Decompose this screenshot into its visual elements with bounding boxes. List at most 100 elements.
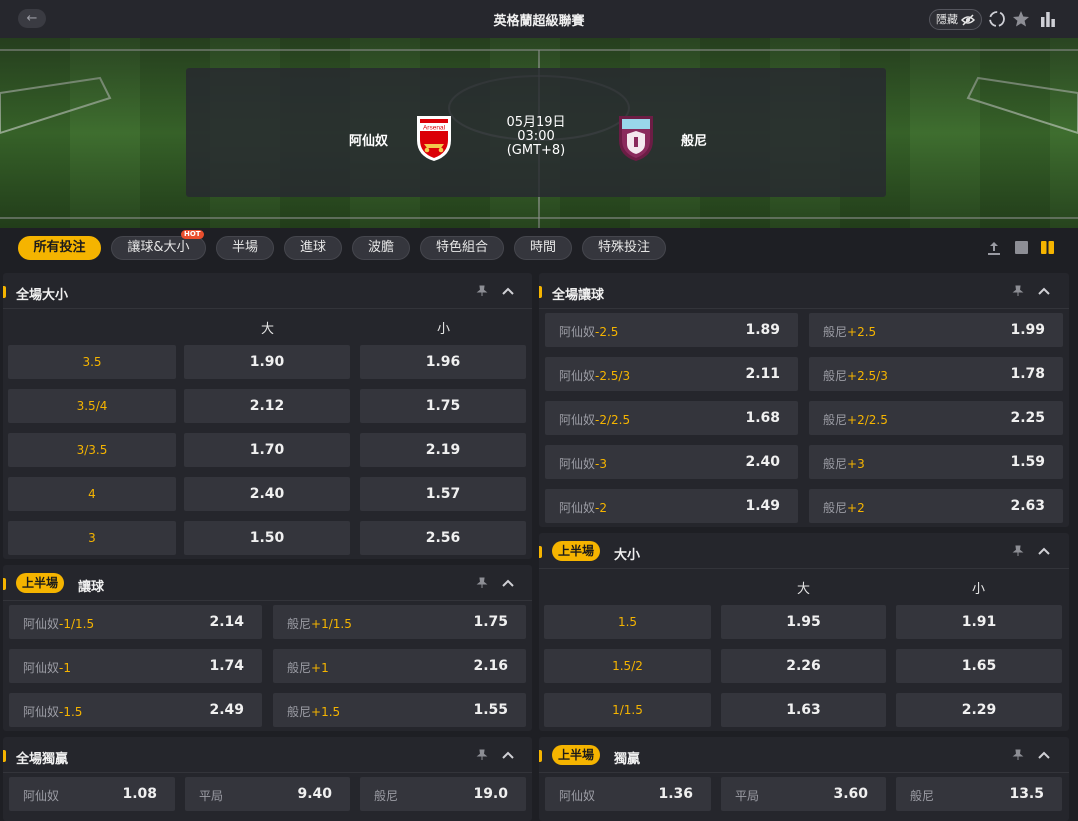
pin-icon[interactable] <box>476 577 488 589</box>
handicap-home-button[interactable]: 阿仙奴-2 1.49 <box>545 489 798 523</box>
odds-button[interactable]: 1.57 <box>360 477 526 511</box>
ou-line: 3.5/4 <box>8 389 176 423</box>
team-name: 阿仙奴 <box>23 617 60 631</box>
odds-value: 2.16 <box>473 658 508 674</box>
filter-correct-score[interactable]: 波膽 <box>352 236 410 260</box>
home-win-button[interactable]: 阿仙奴 1.08 <box>9 777 175 811</box>
chevron-up-icon[interactable] <box>501 577 515 589</box>
draw-button[interactable]: 平局 9.40 <box>185 777 350 811</box>
panel-header[interactable]: 全場讓球 <box>539 273 1069 309</box>
team-name: 阿仙奴 <box>23 705 60 719</box>
filter-special-bets[interactable]: 特殊投注 <box>582 236 666 260</box>
refresh-icon[interactable] <box>988 10 1006 28</box>
handicap-home-button[interactable]: 阿仙奴-2.5/3 2.11 <box>545 357 798 391</box>
draw-button[interactable]: 平局 3.60 <box>721 777 886 811</box>
handicap-line: -2/2.5 <box>595 413 631 427</box>
handicap-away-button[interactable]: 般尼+1/1.5 1.75 <box>273 605 526 639</box>
chevron-up-icon[interactable] <box>501 749 515 761</box>
match-hero: 阿仙奴 Arsenal 05月19日 03:00 (GMT+8) 般尼 <box>0 38 1078 228</box>
accent-bar <box>3 578 6 590</box>
odds-button[interactable]: 2.12 <box>184 389 350 423</box>
odds-button[interactable]: 2.19 <box>360 433 526 467</box>
odds-value: 2.49 <box>209 702 244 718</box>
odds-button[interactable]: 1.75 <box>360 389 526 423</box>
chevron-up-icon[interactable] <box>1037 285 1051 297</box>
panel-title: 大小 <box>614 548 641 563</box>
panel-fh-1x2: 上半場 獨贏 阿仙奴 1.36 平局 3.60 般尼 13.5 <box>539 737 1069 821</box>
pin-icon[interactable] <box>1012 285 1024 297</box>
away-win-button[interactable]: 般尼 13.5 <box>896 777 1062 811</box>
draw-label: 平局 <box>735 789 760 803</box>
handicap-home-button[interactable]: 阿仙奴-1/1.5 2.14 <box>9 605 262 639</box>
odds-value: 1.89 <box>745 322 780 338</box>
handicap-away-button[interactable]: 般尼+2.5 1.99 <box>809 313 1063 347</box>
ou-line: 4 <box>8 477 176 511</box>
chevron-up-icon[interactable] <box>501 285 515 297</box>
two-column-icon[interactable] <box>1040 240 1055 255</box>
team-name: 般尼 <box>823 413 848 427</box>
odds-value: 1.08 <box>122 786 157 802</box>
handicap-home-button[interactable]: 阿仙奴-1.5 2.49 <box>9 693 262 727</box>
filter-goals[interactable]: 進球 <box>284 236 342 260</box>
pin-icon[interactable] <box>1012 749 1024 761</box>
home-win-button[interactable]: 阿仙奴 1.36 <box>545 777 711 811</box>
odds-button[interactable]: 1.90 <box>184 345 350 379</box>
odds-button[interactable]: 1.96 <box>360 345 526 379</box>
over-header: 大 <box>797 582 811 597</box>
collapse-all-icon[interactable] <box>986 240 1002 256</box>
panel-header[interactable]: 上半場 獨贏 <box>539 737 1069 773</box>
single-column-icon[interactable] <box>1014 240 1029 255</box>
odds-value: 1.99 <box>1010 322 1045 338</box>
odds-value: 2.11 <box>745 366 780 382</box>
panel-ft-handicap: 全場讓球 阿仙奴-2.5 1.89 般尼+2.5 1.99 阿仙奴-2.5/3 2.1… <box>539 273 1069 527</box>
draw-label: 平局 <box>199 789 224 803</box>
handicap-away-button[interactable]: 般尼+1 2.16 <box>273 649 526 683</box>
odds-button[interactable]: 1.63 <box>721 693 886 727</box>
handicap-home-button[interactable]: 阿仙奴-3 2.40 <box>545 445 798 479</box>
team-name: 阿仙奴 <box>559 789 596 803</box>
handicap-home-button[interactable]: 阿仙奴-2.5 1.89 <box>545 313 798 347</box>
odds-button[interactable]: 1.70 <box>184 433 350 467</box>
match-card: 阿仙奴 Arsenal 05月19日 03:00 (GMT+8) 般尼 <box>186 68 886 197</box>
stats-icon[interactable] <box>1039 10 1057 28</box>
team-name: 般尼 <box>823 501 848 515</box>
panel-header[interactable]: 上半場 讓球 <box>3 565 532 601</box>
handicap-away-button[interactable]: 般尼+2 2.63 <box>809 489 1063 523</box>
filter-specials-combo[interactable]: 特色組合 <box>420 236 504 260</box>
filter-half[interactable]: 半場 <box>216 236 274 260</box>
team-name: 阿仙奴 <box>23 789 60 803</box>
hide-button[interactable]: 隱藏 <box>929 9 982 30</box>
odds-button[interactable]: 1.65 <box>896 649 1062 683</box>
accent-bar <box>539 546 542 558</box>
odds-button[interactable]: 2.40 <box>184 477 350 511</box>
odds-button[interactable]: 2.26 <box>721 649 886 683</box>
odds-button[interactable]: 1.95 <box>721 605 886 639</box>
panel-header[interactable]: 全場大小 <box>3 273 532 309</box>
filter-all-bets[interactable]: 所有投注 <box>18 236 101 260</box>
chevron-up-icon[interactable] <box>1037 749 1051 761</box>
handicap-away-button[interactable]: 般尼+2/2.5 2.25 <box>809 401 1063 435</box>
handicap-line: +2 <box>847 501 865 515</box>
panel-header[interactable]: 上半場 大小 <box>539 533 1069 569</box>
odds-button[interactable]: 2.56 <box>360 521 526 555</box>
handicap-away-button[interactable]: 般尼+3 1.59 <box>809 445 1063 479</box>
pin-icon[interactable] <box>476 749 488 761</box>
first-half-badge: 上半場 <box>16 573 65 593</box>
match-date: 05月19日 <box>506 115 566 130</box>
handicap-away-button[interactable]: 般尼+1.5 1.55 <box>273 693 526 727</box>
handicap-home-button[interactable]: 阿仙奴-1 1.74 <box>9 649 262 683</box>
pin-icon[interactable] <box>1012 545 1024 557</box>
odds-button[interactable]: 1.91 <box>896 605 1062 639</box>
away-win-button[interactable]: 般尼 19.0 <box>360 777 526 811</box>
filter-handicap-ou[interactable]: 讓球&大小 <box>111 236 206 260</box>
chevron-up-icon[interactable] <box>1037 545 1051 557</box>
odds-button[interactable]: 2.29 <box>896 693 1062 727</box>
star-icon[interactable] <box>1012 10 1030 28</box>
handicap-home-button[interactable]: 阿仙奴-2/2.5 1.68 <box>545 401 798 435</box>
pin-icon[interactable] <box>476 285 488 297</box>
odds-button[interactable]: 1.50 <box>184 521 350 555</box>
first-half-badge: 上半場 <box>552 541 601 561</box>
handicap-away-button[interactable]: 般尼+2.5/3 1.78 <box>809 357 1063 391</box>
panel-header[interactable]: 全場獨贏 <box>3 737 532 773</box>
filter-time[interactable]: 時間 <box>514 236 572 260</box>
